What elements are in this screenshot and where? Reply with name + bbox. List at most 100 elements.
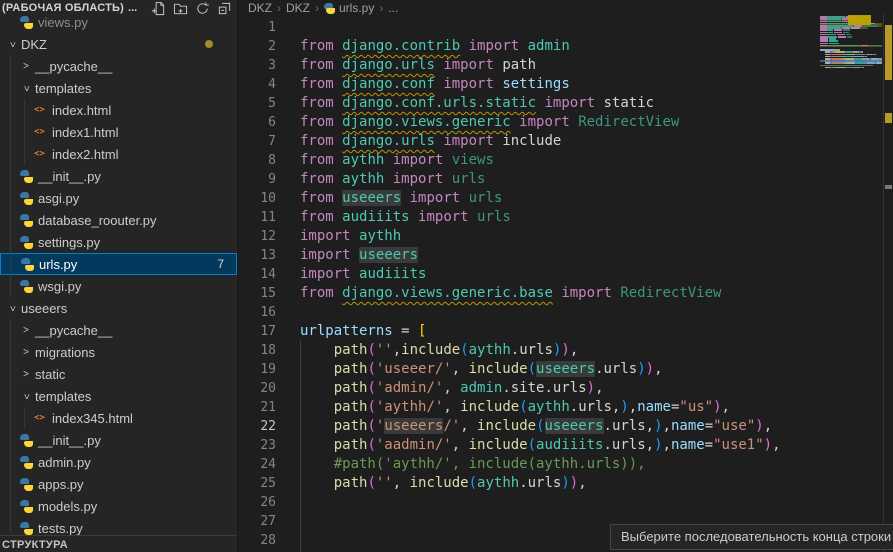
new-file-icon[interactable]	[151, 1, 166, 16]
line-number[interactable]: 23	[238, 436, 276, 455]
code-line-6[interactable]: from django.views.generic import Redirec…	[300, 113, 679, 132]
tree-item-index1-html[interactable]: <>index1.html	[0, 121, 237, 143]
code-line-10[interactable]: from useeers import urls	[300, 189, 502, 208]
workspace-title: (РАБОЧАЯ ОБЛАСТЬ)	[0, 2, 124, 14]
tree-item-urls-py[interactable]: urls.py 7	[0, 253, 237, 275]
refresh-icon[interactable]	[195, 1, 210, 16]
line-number[interactable]: 15	[238, 284, 276, 303]
tree-item-index-html[interactable]: <>index.html	[0, 99, 237, 121]
code-line-24[interactable]: #path('aythh/', include(aythh.urls)),	[300, 455, 646, 474]
code-line-7[interactable]: from django.urls import include	[300, 132, 561, 151]
code-line-18[interactable]: path('',include(aythh.urls)),	[300, 341, 578, 360]
code-line-17[interactable]: urlpatterns = [	[300, 322, 426, 341]
tree-item-label: settings.py	[38, 235, 100, 250]
line-number[interactable]: 8	[238, 151, 276, 170]
line-number[interactable]: 27	[238, 512, 276, 531]
ruler-mark	[885, 113, 892, 123]
code-line-4[interactable]: from django.conf import settings	[300, 75, 570, 94]
ruler-mark	[885, 185, 892, 189]
line-number[interactable]: 17	[238, 322, 276, 341]
new-folder-icon[interactable]	[173, 1, 188, 16]
tree-item-apps-py[interactable]: apps.py	[0, 473, 237, 495]
python-file-icon	[20, 500, 33, 513]
code-line-15[interactable]: from django.views.generic.base import Re…	[300, 284, 721, 303]
collapse-all-icon[interactable]	[217, 1, 232, 16]
code-line-2[interactable]: from django.contrib import admin	[300, 37, 570, 56]
code-line-11[interactable]: from audiiits import urls	[300, 208, 511, 227]
line-number[interactable]: 3	[238, 56, 276, 75]
tree-item-label: __pycache__	[35, 323, 112, 338]
line-number[interactable]: 5	[238, 94, 276, 113]
code-line-25[interactable]: path('', include(aythh.urls)),	[300, 474, 587, 493]
line-number[interactable]: 9	[238, 170, 276, 189]
tree-item-templates[interactable]: >templates	[0, 385, 237, 407]
python-file-icon	[20, 434, 33, 447]
line-number[interactable]: 13	[238, 246, 276, 265]
code-line-13[interactable]: import useeers	[300, 246, 418, 265]
tree-item-label: urls.py	[39, 257, 77, 272]
python-file-icon	[20, 236, 33, 249]
minimap-row	[838, 36, 846, 38]
line-number[interactable]: 22	[238, 417, 276, 436]
line-number[interactable]: 10	[238, 189, 276, 208]
line-number[interactable]: 14	[238, 265, 276, 284]
code-line-5[interactable]: from django.conf.urls.static import stat…	[300, 94, 654, 113]
tree-item--pycache-[interactable]: >__pycache__	[0, 319, 237, 341]
minimap-row	[869, 45, 882, 47]
tree-item-static[interactable]: >static	[0, 363, 237, 385]
code-line-22[interactable]: path('useeers/', include(useeers.urls,),…	[300, 417, 772, 436]
tree-item-label: asgi.py	[38, 191, 79, 206]
tree-item-asgi-py[interactable]: asgi.py	[0, 187, 237, 209]
tree-item-label: __init__.py	[38, 169, 101, 184]
tree-item--init-py[interactable]: __init__.py	[0, 165, 237, 187]
line-number[interactable]: 1	[238, 18, 276, 37]
line-number[interactable]: 11	[238, 208, 276, 227]
code-line-3[interactable]: from django.urls import path	[300, 56, 536, 75]
outline-section-header[interactable]: СТРУКТУРА	[0, 535, 237, 552]
tree-item--pycache-[interactable]: >__pycache__	[0, 55, 237, 77]
tree-item-label: wsgi.py	[38, 279, 81, 294]
overflow-ellipsis[interactable]: ...	[128, 2, 137, 14]
tree-item-migrations[interactable]: >migrations	[0, 341, 237, 363]
code-line-14[interactable]: import audiiits	[300, 265, 426, 284]
line-number[interactable]: 24	[238, 455, 276, 474]
minimap[interactable]	[820, 14, 882, 144]
code-line-20[interactable]: path('admin/', admin.site.urls),	[300, 379, 604, 398]
tree-item-templates[interactable]: >templates	[0, 77, 237, 99]
line-number[interactable]: 12	[238, 227, 276, 246]
minimap-row	[827, 45, 860, 47]
tree-item--init-py[interactable]: __init__.py	[0, 429, 237, 451]
problems-count-badge: 7	[217, 257, 224, 271]
line-number[interactable]: 19	[238, 360, 276, 379]
code-line-21[interactable]: path('aythh/', include(aythh.urls,),name…	[300, 398, 730, 417]
tree-item-index2-html[interactable]: <>index2.html	[0, 143, 237, 165]
tree-item-label: tests.py	[38, 521, 83, 536]
tree-indent-guide	[24, 407, 25, 429]
line-number[interactable]: 2	[238, 37, 276, 56]
line-number[interactable]: 20	[238, 379, 276, 398]
code-line-19[interactable]: path('useeer/', include(useeers.urls)),	[300, 360, 663, 379]
code-area: 12 from django.contrib import admin 3 from …	[238, 0, 828, 552]
line-number[interactable]: 6	[238, 113, 276, 132]
tree-item-settings-py[interactable]: settings.py	[0, 231, 237, 253]
line-number[interactable]: 21	[238, 398, 276, 417]
line-number[interactable]: 18	[238, 341, 276, 360]
line-number[interactable]: 16	[238, 303, 276, 322]
code-line-9[interactable]: from aythh import urls	[300, 170, 485, 189]
code-line-8[interactable]: from aythh import views	[300, 151, 494, 170]
tree-item-wsgi-py[interactable]: wsgi.py	[0, 275, 237, 297]
tree-item-admin-py[interactable]: admin.py	[0, 451, 237, 473]
code-line-23[interactable]: path('aadmin/', include(audiiits.urls,),…	[300, 436, 781, 455]
line-number[interactable]: 4	[238, 75, 276, 94]
tree-item-models-py[interactable]: models.py	[0, 495, 237, 517]
tree-item-database-roouter-py[interactable]: database_roouter.py	[0, 209, 237, 231]
tree-item-index345-html[interactable]: <>index345.html	[0, 407, 237, 429]
tree-item-useeers[interactable]: >useeers	[0, 297, 237, 319]
tree-item-dkz[interactable]: >DKZ	[0, 33, 237, 55]
line-number[interactable]: 25	[238, 474, 276, 493]
line-number[interactable]: 28	[238, 531, 276, 550]
overview-ruler[interactable]	[884, 0, 893, 552]
code-line-12[interactable]: import aythh	[300, 227, 401, 246]
line-number[interactable]: 7	[238, 132, 276, 151]
line-number[interactable]: 26	[238, 493, 276, 512]
